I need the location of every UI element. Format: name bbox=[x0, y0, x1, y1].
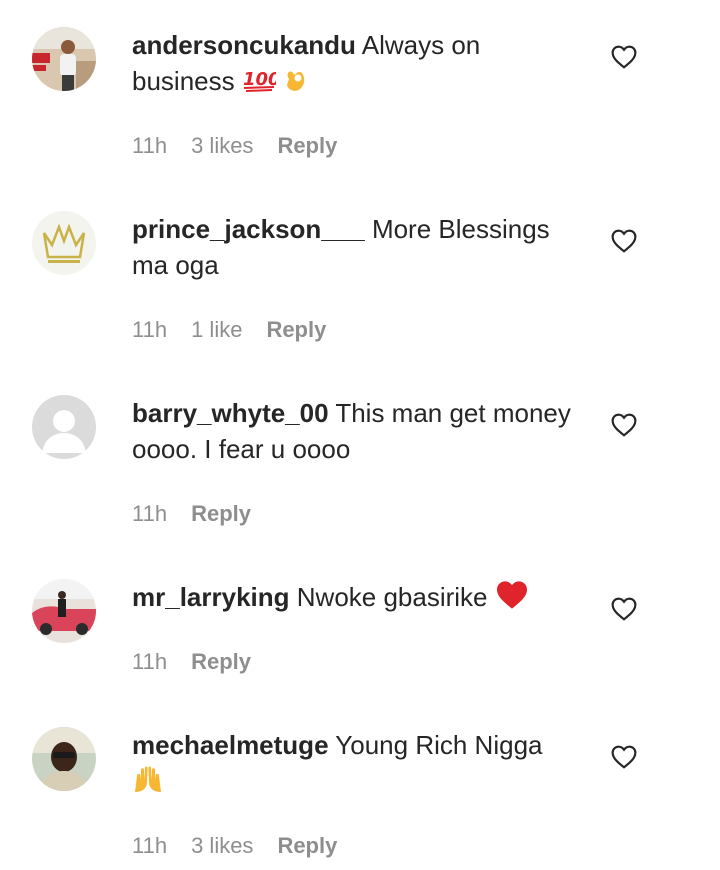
comment-text: andersoncukandu Always on business 100 bbox=[132, 27, 572, 102]
heart-outline-icon bbox=[611, 229, 637, 253]
default-avatar-icon bbox=[32, 395, 96, 459]
like-button[interactable] bbox=[611, 745, 637, 769]
comment-text: mr_larryking Nwoke gbasirike bbox=[132, 579, 572, 619]
comment-likes[interactable]: 3 likes bbox=[191, 833, 253, 859]
comment-text: mechaelmetuge Young Rich Nigga bbox=[132, 727, 572, 803]
raising-hands-icon bbox=[132, 764, 164, 803]
comment-meta: 11h 3 likes Reply bbox=[132, 833, 337, 859]
crown-logo-icon bbox=[32, 211, 96, 275]
reply-button[interactable]: Reply bbox=[277, 833, 337, 859]
like-button[interactable] bbox=[611, 229, 637, 253]
heart-outline-icon bbox=[611, 597, 637, 621]
comment-meta: 11h Reply bbox=[132, 501, 251, 527]
comment-text: barry_whyte_00 This man get money oooo. … bbox=[132, 395, 572, 467]
heart-outline-icon bbox=[611, 745, 637, 769]
like-button[interactable] bbox=[611, 45, 637, 69]
comment-likes[interactable]: 3 likes bbox=[191, 133, 253, 159]
like-button[interactable] bbox=[611, 597, 637, 621]
comment-time: 11h bbox=[132, 833, 168, 858]
heart-outline-icon bbox=[611, 45, 637, 69]
hundred-points-icon: 100 bbox=[242, 65, 280, 101]
avatar[interactable] bbox=[32, 27, 96, 91]
comment-meta: 11h 3 likes Reply bbox=[132, 133, 337, 159]
comment-username[interactable]: prince_jackson___ bbox=[132, 214, 365, 244]
comment-body: Nwoke gbasirike bbox=[296, 582, 488, 612]
comment-meta: 11h Reply bbox=[132, 649, 251, 675]
comment-time: 11h bbox=[132, 317, 168, 342]
comment-time: 11h bbox=[132, 649, 168, 674]
reply-button[interactable]: Reply bbox=[191, 501, 251, 527]
like-button[interactable] bbox=[611, 413, 637, 437]
reply-button[interactable]: Reply bbox=[266, 317, 326, 343]
avatar[interactable] bbox=[32, 579, 96, 643]
reply-button[interactable]: Reply bbox=[191, 649, 251, 675]
reply-button[interactable]: Reply bbox=[277, 133, 337, 159]
heart-outline-icon bbox=[611, 413, 637, 437]
comment-time: 11h bbox=[132, 501, 168, 526]
ok-hand-icon bbox=[283, 65, 309, 102]
avatar[interactable] bbox=[32, 727, 96, 791]
avatar[interactable] bbox=[32, 211, 96, 275]
red-heart-icon bbox=[495, 580, 529, 619]
avatar[interactable] bbox=[32, 395, 96, 459]
comment-username[interactable]: mechaelmetuge bbox=[132, 730, 329, 760]
comment-username[interactable]: barry_whyte_00 bbox=[132, 398, 329, 428]
comment-time: 11h bbox=[132, 133, 168, 158]
comment-username[interactable]: mr_larryking bbox=[132, 582, 290, 612]
comment-likes[interactable]: 1 like bbox=[191, 317, 242, 343]
comment-body: Young Rich Nigga bbox=[335, 730, 543, 760]
comment-text: prince_jackson___ More Blessings ma oga bbox=[132, 211, 572, 283]
avatar-photo-icon bbox=[32, 579, 96, 643]
avatar-photo-icon bbox=[32, 727, 96, 791]
comment-username[interactable]: andersoncukandu bbox=[132, 30, 356, 60]
comment-meta: 11h 1 like Reply bbox=[132, 317, 326, 343]
avatar-photo-icon bbox=[32, 27, 96, 91]
